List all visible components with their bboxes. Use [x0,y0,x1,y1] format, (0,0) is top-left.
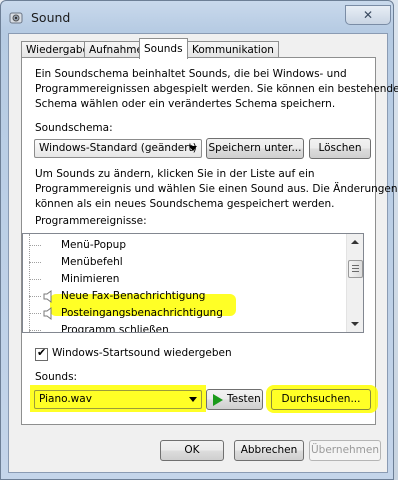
event-label: Menübefehl [61,256,123,268]
test-button[interactable]: Testen [206,389,263,410]
close-icon: ✕ [362,8,374,22]
speaker-icon [43,290,52,303]
program-events-list[interactable]: Menü-Popup Menübefehl Minimieren Neue Fa… [22,233,364,333]
list-item-selected[interactable]: Posteingangsbenachrichtigung [29,305,329,322]
list-item[interactable]: Menübefehl [29,254,329,271]
scheme-dropdown[interactable]: Windows-Standard (geändert) [34,139,202,158]
grip-line [352,265,359,266]
chevron-down-icon [189,397,197,402]
tree-branch [29,245,41,246]
test-button-label: Testen [227,393,261,405]
intro-line-2: Programmereignissen abgespielt werden. S… [35,83,398,95]
event-label: Minimieren [61,273,120,285]
startup-sound-label: Windows-Startsound wiedergeben [52,347,232,359]
delete-button[interactable]: Löschen [309,138,371,159]
grip-line [352,271,359,272]
event-label: Menü-Popup [61,239,126,251]
list-item[interactable]: Menü-Popup [29,237,329,254]
event-label: Neue Fax-Benachrichtigung [61,290,206,302]
instructions-line-3: können als ein neues Soundschema gespeic… [35,198,335,210]
tree-branch [29,296,41,297]
grip-line [352,268,359,269]
play-icon [213,394,223,406]
window-title: Sound [31,10,71,25]
apply-button[interactable]: Übernehmen [309,440,381,461]
save-as-button[interactable]: Speichern unter... [206,138,304,159]
scroll-down-button[interactable] [347,316,363,332]
cancel-button[interactable]: Abbrechen [234,440,304,461]
list-item[interactable]: Minimieren [29,271,329,288]
scrollbar-thumb[interactable] [348,260,363,278]
tree-branch [29,279,41,280]
ok-button[interactable]: OK [160,440,224,461]
list-item[interactable]: Neue Fax-Benachrichtigung [29,288,329,305]
speaker-icon [43,307,52,320]
startup-sound-checkbox[interactable]: ✔ [35,346,48,361]
sound-file-value: Piano.wav [39,393,92,405]
events-label: Programmereignisse: [35,215,147,227]
instructions-line-1: Um Sounds zu ändern, klicken Sie in der … [35,168,315,180]
intro-line-1: Ein Soundschema beinhaltet Sounds, die b… [35,68,347,80]
browse-button[interactable]: Durchsuchen... [271,389,371,410]
tab-sounds[interactable]: Sounds [139,38,188,59]
instructions-line-2: Programmereignis und wählen Sie einen So… [35,183,398,195]
arrow-up-icon [351,240,359,244]
tree-branch [29,330,41,331]
intro-line-3: Schema wählen oder ein verändertes Schem… [35,98,336,110]
title-bar: Sound ✕ [7,5,391,31]
event-label: Programm schließen [61,324,169,333]
tab-kommunikation[interactable]: Kommunikation [187,41,279,58]
scheme-value: Windows-Standard (geändert) [39,142,197,154]
scroll-up-button[interactable] [347,234,363,250]
sound-file-dropdown[interactable]: Piano.wav [34,390,202,409]
sounds-label: Sounds: [35,371,78,383]
list-item[interactable]: Programm schließen [29,322,329,333]
chevron-down-icon [189,146,197,151]
arrow-down-icon [351,322,359,326]
event-label: Posteingangsbenachrichtigung [61,307,223,319]
scheme-label: Soundschema: [35,122,113,134]
tree-branch [29,313,41,314]
checkmark-icon: ✔ [37,346,47,359]
close-button[interactable]: ✕ [345,5,391,25]
tree-branch [29,262,41,263]
speaker-icon [9,12,23,24]
vertical-scrollbar[interactable] [346,234,363,332]
